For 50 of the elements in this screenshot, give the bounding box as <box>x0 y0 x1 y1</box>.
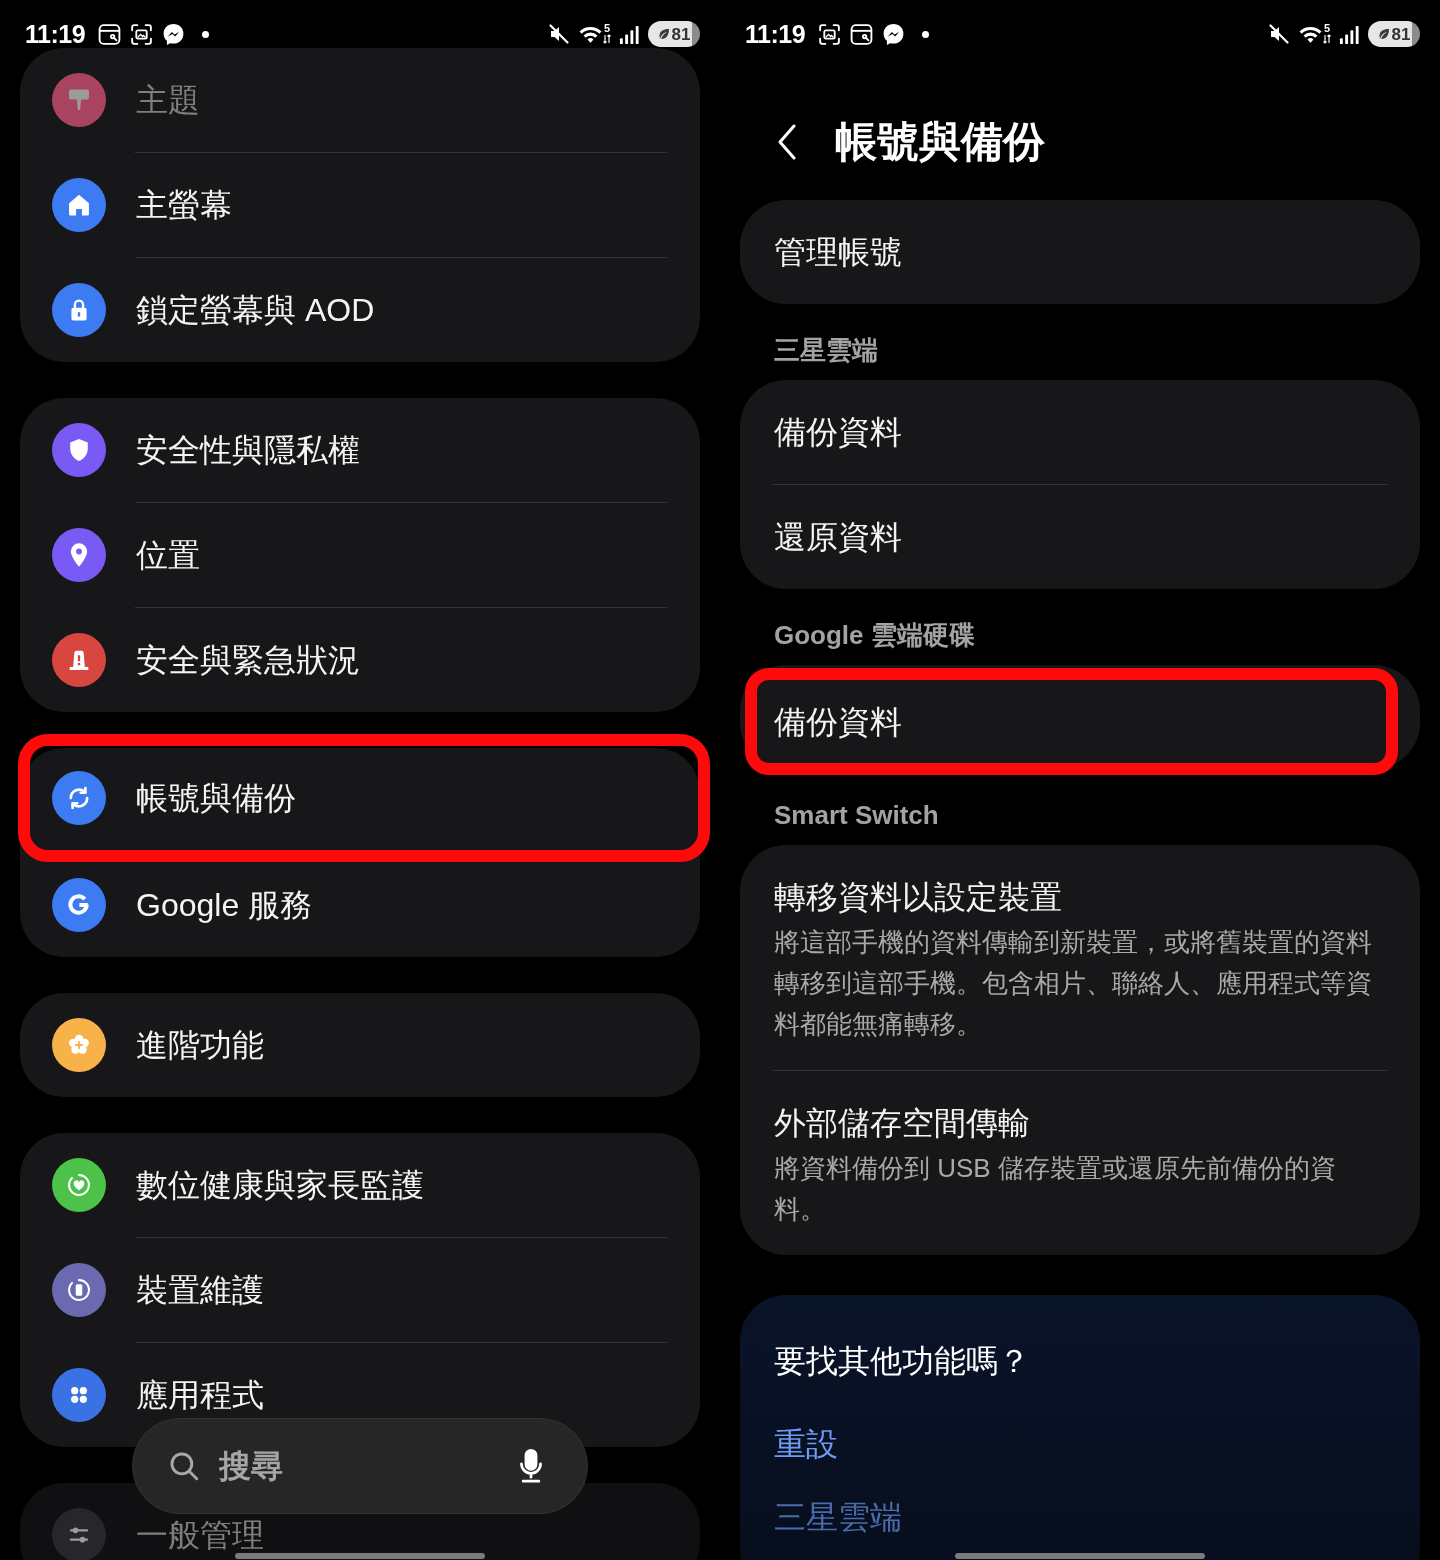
wifi-band-label: 5 <box>603 23 611 34</box>
settings-item[interactable]: 備份資料 <box>740 380 1420 484</box>
settings-item[interactable]: Google 服務 <box>136 888 313 922</box>
battery-percentage: 81 <box>1391 25 1411 43</box>
settings-item[interactable]: 外部儲存空間傳輸 將資料備份到 USB 儲存裝置或還原先前備份的資料。 <box>740 1071 1420 1255</box>
settings-item[interactable]: 主螢幕 <box>136 188 232 222</box>
section-heading: Smart Switch <box>774 799 939 831</box>
data-arrows-icon <box>603 34 611 44</box>
settings-item[interactable]: 轉移資料以設定裝置 將這部手機的資料傳輸到新裝置，或將舊裝置的資料轉移到這部手機。包含相片、聯絡人、應用程式等資料都能無痛轉移。 <box>740 845 1420 1070</box>
item-description: 將這部手機的資料傳輸到新裝置，或將舊裝置的資料轉移到這部手機。包含相片、聯絡人、應用程式等資料都能無痛轉移。 <box>774 926 1373 1041</box>
screenshot-icon <box>817 21 843 47</box>
leaf-icon <box>1377 28 1390 40</box>
back-icon <box>777 124 797 160</box>
settings-item[interactable]: 安全與緊急狀況 <box>136 643 360 677</box>
settings-item[interactable]: 裝置維護 <box>136 1273 264 1307</box>
screenshot-icon <box>129 21 155 47</box>
search-field[interactable]: 搜尋 <box>132 1418 588 1514</box>
settings-item[interactable]: 備份資料 <box>757 680 1386 763</box>
settings-item[interactable]: 應用程式 <box>136 1378 264 1412</box>
leaf-icon <box>657 28 670 40</box>
wallet-icon <box>97 21 123 47</box>
suggestion-link[interactable]: 重設 <box>774 1424 838 1464</box>
settings-item[interactable]: 位置 <box>136 538 200 572</box>
search-input[interactable]: 搜尋 <box>219 1444 497 1488</box>
item-title: 外部儲存空間傳輸 <box>774 1104 1031 1143</box>
data-arrows-icon <box>1323 34 1331 44</box>
suggestions-title: 要找其他功能嗎？ <box>774 1342 1031 1381</box>
wifi-band-label: 5 <box>1323 23 1331 34</box>
page-title: 帳號與備份 <box>835 117 1045 167</box>
status-time: 11:19 <box>25 21 86 47</box>
settings-item[interactable]: 數位健康與家長監護 <box>136 1168 424 1202</box>
item-title: 轉移資料以設定裝置 <box>774 878 1063 917</box>
settings-item[interactable]: 還原資料 <box>740 485 1420 589</box>
battery-percentage: 81 <box>671 25 691 43</box>
settings-item[interactable]: 進階功能 <box>136 1028 264 1062</box>
mute-icon <box>1267 22 1291 46</box>
settings-item[interactable]: 管理帳號 <box>740 200 1420 304</box>
wallet-icon <box>849 21 875 47</box>
section-heading: Google 雲端硬碟 <box>774 619 975 651</box>
settings-item[interactable]: 安全性與隱私權 <box>136 433 360 467</box>
suggestion-link[interactable]: 三星雲端 <box>774 1497 902 1537</box>
status-time: 11:19 <box>745 21 806 47</box>
settings-item[interactable]: 鎖定螢幕與 AOD <box>136 293 375 327</box>
section-heading: 三星雲端 <box>774 334 878 366</box>
settings-item[interactable]: 帳號與備份 <box>136 781 296 815</box>
microphone-icon <box>517 1448 545 1484</box>
settings-item[interactable]: 一般管理 <box>136 1518 264 1552</box>
item-description: 將資料備份到 USB 儲存裝置或還原先前備份的資料。 <box>774 1152 1337 1226</box>
mute-icon <box>547 22 571 46</box>
settings-item[interactable]: 主題 <box>136 83 200 117</box>
